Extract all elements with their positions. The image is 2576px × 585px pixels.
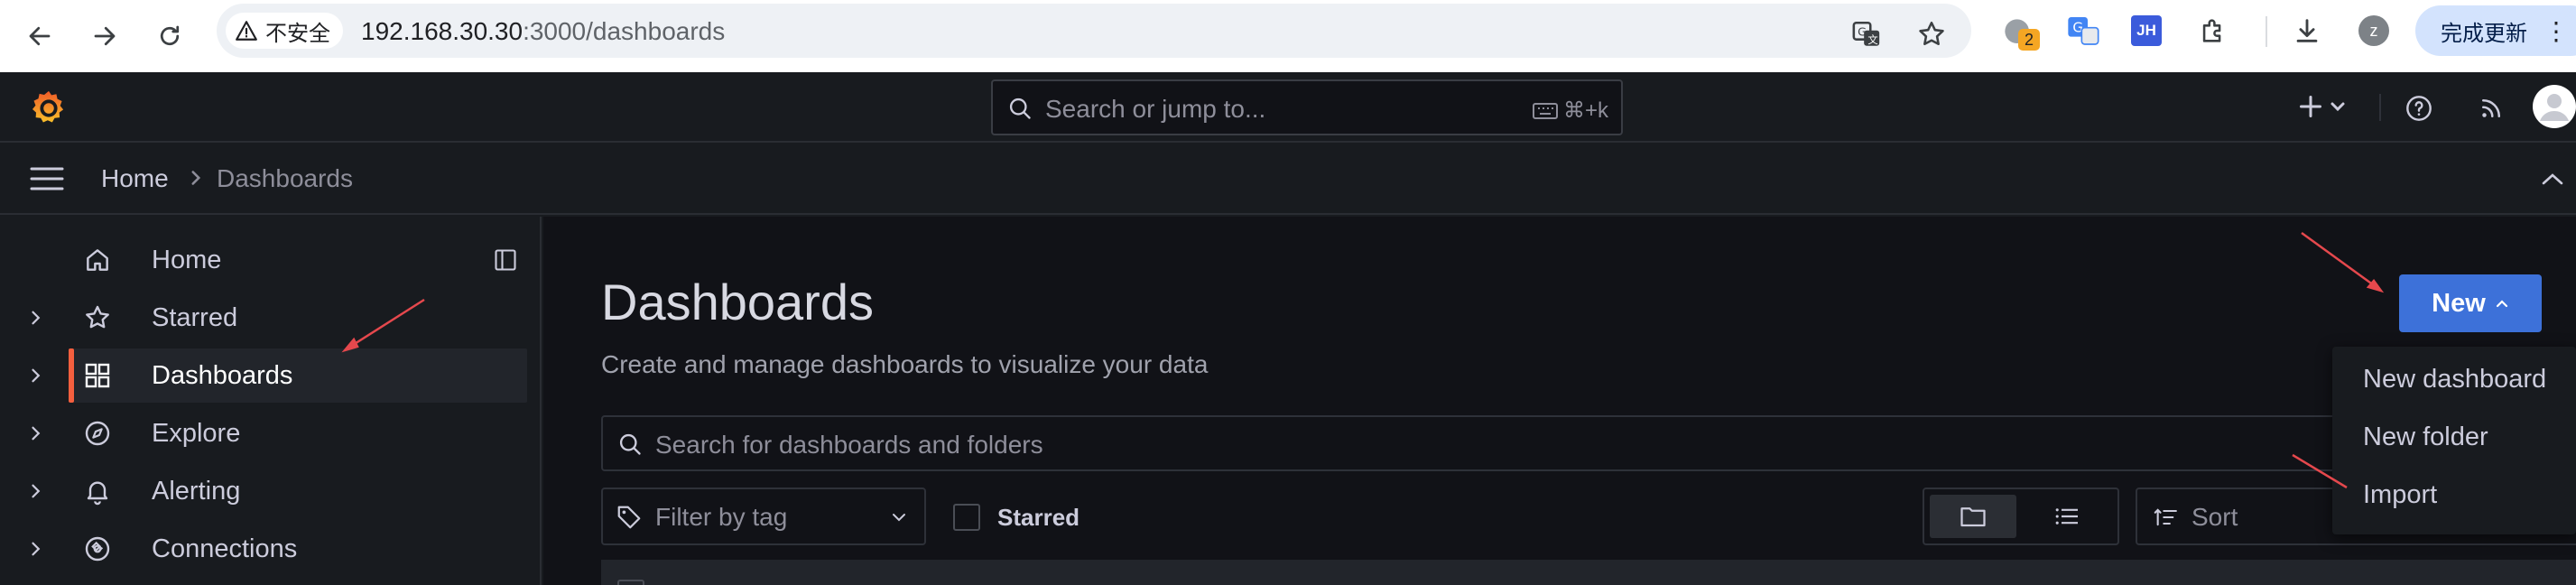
main-content: Dashboards Create and manage dashboards … xyxy=(543,217,2576,585)
active-indicator xyxy=(69,348,74,403)
security-chip[interactable]: 不安全 xyxy=(226,13,343,49)
toolbar-divider xyxy=(2266,16,2267,47)
sidebar-item-alerting[interactable]: Alerting xyxy=(0,464,527,518)
chevron-right-icon[interactable] xyxy=(27,482,43,500)
menu-item-import[interactable]: Import xyxy=(2363,480,2437,510)
update-button[interactable]: 完成更新 ⋮ xyxy=(2415,5,2576,56)
table-header xyxy=(601,560,2576,585)
sidebar-item-label: Starred xyxy=(152,303,238,332)
search-icon xyxy=(619,433,641,455)
search-icon xyxy=(1009,98,1031,119)
url-host: 192.168.30.30 xyxy=(361,17,524,45)
sidebar-item-label: Explore xyxy=(152,419,241,448)
download-icon[interactable] xyxy=(2289,13,2325,49)
help-icon[interactable] xyxy=(2399,88,2439,128)
sidebar-item-connections[interactable]: Connections xyxy=(0,522,527,576)
chevron-up-icon xyxy=(2496,300,2507,308)
chevron-up-icon[interactable] xyxy=(2536,166,2569,191)
translate-icon[interactable]: G文 xyxy=(1849,16,1885,52)
shortcut-hint: ⌘+k xyxy=(1532,98,1608,124)
more-vert-icon[interactable]: ⋮ xyxy=(2544,16,2569,46)
new-button-label: New xyxy=(2432,288,2486,318)
dashboard-search-input[interactable]: Search for dashboards and folders xyxy=(601,415,2576,471)
global-search-placeholder: Search or jump to... xyxy=(1045,95,1266,123)
view-toggle xyxy=(1923,488,2119,545)
sidebar-item-starred[interactable]: Starred xyxy=(0,291,527,345)
bell-icon xyxy=(83,477,112,506)
topbar-divider xyxy=(2379,94,2381,121)
dashboard-search-placeholder: Search for dashboards and folders xyxy=(655,431,1043,459)
menu-item-new-dashboard[interactable]: New dashboard xyxy=(2363,365,2546,395)
keyboard-icon xyxy=(1532,102,1558,119)
profile-initial: z xyxy=(2358,15,2389,46)
chevron-right-icon[interactable] xyxy=(27,367,43,385)
update-label: 完成更新 xyxy=(2441,21,2527,46)
new-dropdown-menu: New dashboard New folder Import xyxy=(2332,347,2576,534)
sidebar-item-dashboards[interactable]: Dashboards xyxy=(69,348,527,403)
extension-badge-count: 2 xyxy=(2018,29,2040,51)
url-text: 192.168.30.30:3000/dashboards xyxy=(361,17,725,46)
global-search-input[interactable]: Search or jump to... ⌘+k xyxy=(991,79,1623,135)
chevron-right-icon[interactable] xyxy=(27,309,43,327)
page-title: Dashboards xyxy=(601,274,874,330)
breadcrumb-home[interactable]: Home xyxy=(101,164,169,193)
plug-icon xyxy=(83,534,112,563)
tag-icon xyxy=(617,506,641,529)
page-subtitle: Create and manage dashboards to visualiz… xyxy=(601,350,1209,378)
sort-icon xyxy=(2154,508,2177,526)
address-bar[interactable]: 不安全 192.168.30.30:3000/dashboards G文 xyxy=(217,4,1971,58)
extensions-puzzle-icon[interactable] xyxy=(2195,13,2231,49)
starred-checkbox[interactable] xyxy=(953,504,980,531)
sidebar-item-explore[interactable]: Explore xyxy=(0,406,527,460)
sidebar-item-label: Home xyxy=(152,246,222,274)
google-translate-ext-icon[interactable]: G xyxy=(2065,13,2101,49)
jh-extension-icon[interactable]: JH xyxy=(2128,13,2164,49)
security-label: 不安全 xyxy=(265,21,330,46)
tag-filter-select[interactable]: Filter by tag xyxy=(601,488,926,545)
user-avatar[interactable] xyxy=(2533,85,2576,128)
forward-icon[interactable] xyxy=(79,11,130,61)
apps-icon xyxy=(83,361,112,390)
chevron-down-icon xyxy=(893,514,905,522)
url-path: :3000/dashboards xyxy=(523,17,726,45)
breadcrumb-current: Dashboards xyxy=(217,164,353,192)
sidebar-item-label: Dashboards xyxy=(152,361,293,390)
chevron-right-icon[interactable] xyxy=(27,424,43,442)
star-icon xyxy=(83,303,112,332)
chevron-right-icon[interactable] xyxy=(27,540,43,558)
sidebar-item-label: Alerting xyxy=(152,477,241,506)
sort-label: Sort xyxy=(2191,503,2238,531)
select-all-checkbox[interactable] xyxy=(617,580,644,585)
chevron-right-icon xyxy=(188,166,204,190)
home-icon xyxy=(83,246,112,274)
list-view-icon[interactable] xyxy=(2024,495,2110,538)
breadcrumb-bar: Home Dashboards xyxy=(0,143,2576,215)
add-new-menu-icon[interactable] xyxy=(2293,87,2356,126)
jh-extension-label: JH xyxy=(2131,15,2162,46)
grafana-logo-icon[interactable] xyxy=(27,87,70,130)
grafana-topbar: Search or jump to... ⌘+k xyxy=(0,72,2576,143)
menu-hamburger-icon[interactable] xyxy=(29,162,65,195)
profile-avatar[interactable]: z xyxy=(2356,13,2392,49)
warning-icon xyxy=(236,21,257,41)
nav-sidebar: Home Starred Dashboards Explore Alerting… xyxy=(0,217,542,585)
sidebar-item-label: Connections xyxy=(152,534,298,563)
back-icon[interactable] xyxy=(14,11,65,61)
tag-filter-placeholder: Filter by tag xyxy=(655,503,788,531)
menu-item-new-folder[interactable]: New folder xyxy=(2363,422,2488,452)
browser-toolbar: 不安全 192.168.30.30:3000/dashboards G文 2 G… xyxy=(0,0,2576,72)
bookmark-star-icon[interactable] xyxy=(1913,16,1950,52)
extension-badge-icon[interactable]: 2 xyxy=(2002,16,2040,52)
compass-icon xyxy=(83,419,112,448)
new-button[interactable]: New xyxy=(2399,274,2542,332)
sidebar-item-home[interactable]: Home xyxy=(0,233,527,287)
starred-checkbox-label[interactable]: Starred xyxy=(997,504,1080,532)
shortcut-text: ⌘+k xyxy=(1562,98,1608,123)
svg-text:文: 文 xyxy=(1867,33,1877,46)
folder-view-icon[interactable] xyxy=(1930,495,2016,538)
reload-icon[interactable] xyxy=(144,11,195,61)
news-rss-icon[interactable] xyxy=(2471,88,2511,128)
